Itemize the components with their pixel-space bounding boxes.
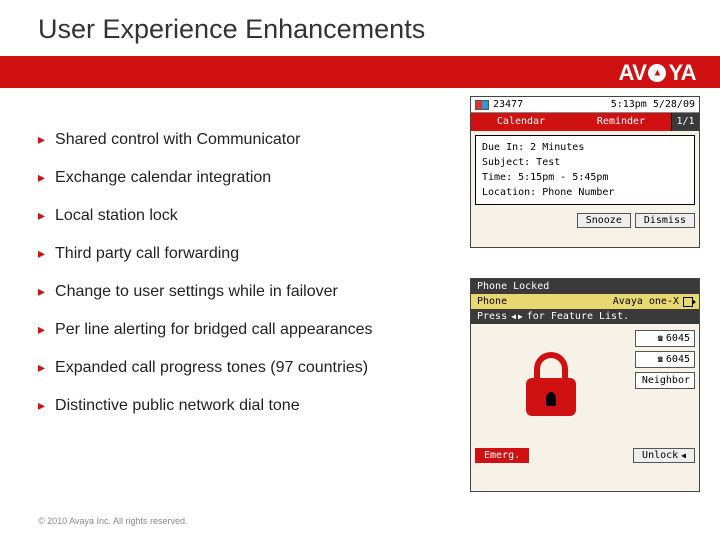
list-item: Distinctive public network dial tone: [38, 396, 438, 416]
hint-prefix: Press: [477, 311, 507, 322]
reminder-panel: Due In: 2 Minutes Subject: Test Time: 5:…: [475, 135, 695, 205]
tab-calendar[interactable]: Calendar: [471, 113, 571, 131]
phone-icon: [657, 333, 662, 344]
padlock-icon: [524, 352, 578, 416]
unlock-label: Unlock: [642, 450, 678, 461]
clock-text: 5:13pm 5/28/09: [611, 99, 695, 110]
copyright-footer: © 2010 Avaya Inc. All rights reserved.: [38, 516, 188, 526]
logo-red-triangle-icon: [648, 64, 666, 82]
extension-number: 23477: [493, 99, 523, 110]
list-item-text: Distinctive public network dial tone: [55, 396, 300, 416]
line-button[interactable]: 6045: [635, 351, 695, 368]
list-item-text: Third party call forwarding: [55, 244, 239, 264]
header-accent-bar: [0, 56, 720, 88]
list-item-text: Per line alerting for bridged call appea…: [55, 320, 373, 340]
list-item-text: Change to user settings while in failove…: [55, 282, 338, 302]
speaker-icon: [683, 297, 693, 307]
app-bar: Phone Avaya one-X: [471, 294, 699, 309]
line-label: 6045: [666, 354, 690, 365]
locked-title: Phone Locked: [471, 279, 699, 294]
appbar-left: Phone: [477, 296, 507, 307]
reminder-location: Location: Phone Number: [482, 185, 688, 200]
line-label: 6045: [666, 333, 690, 344]
list-item-text: Exchange calendar integration: [55, 168, 271, 188]
tab-row: Calendar Reminder 1/1: [471, 113, 699, 131]
line-label: Neighbor: [642, 375, 690, 386]
phone-icon: [657, 354, 662, 365]
left-right-arrow-icon: [511, 311, 523, 322]
list-item: Expanded call progress tones (97 countri…: [38, 358, 438, 378]
logo-text-right: YA: [668, 60, 696, 86]
lock-graphic-area: [471, 324, 631, 444]
lock-body: 6045 6045 Neighbor: [471, 324, 699, 444]
list-item: Exchange calendar integration: [38, 168, 438, 188]
softkey-row: Snooze Dismiss: [471, 209, 699, 232]
feature-hint: Press for Feature List.: [471, 309, 699, 324]
emergency-button[interactable]: Emerg.: [475, 448, 529, 463]
snooze-button[interactable]: Snooze: [577, 213, 631, 228]
reminder-time: Time: 5:15pm - 5:45pm: [482, 170, 688, 185]
list-item: Third party call forwarding: [38, 244, 438, 264]
list-item: Change to user settings while in failove…: [38, 282, 438, 302]
list-item-text: Shared control with Communicator: [55, 130, 300, 150]
chevron-left-icon: [678, 450, 686, 461]
reminder-due: Due In: 2 Minutes: [482, 140, 688, 155]
hint-suffix: for Feature List.: [527, 311, 629, 322]
line-button[interactable]: Neighbor: [635, 372, 695, 389]
list-item: Per line alerting for bridged call appea…: [38, 320, 438, 340]
tab-reminder[interactable]: Reminder: [571, 113, 671, 131]
list-item: Shared control with Communicator: [38, 130, 438, 150]
line-buttons: 6045 6045 Neighbor: [631, 324, 699, 444]
dismiss-button[interactable]: Dismiss: [635, 213, 695, 228]
slide: User Experience Enhancements AV YA Share…: [0, 0, 720, 540]
phone-locked-screenshot: Phone Locked Phone Avaya one-X Press for…: [470, 278, 700, 492]
logo-text-left: AV: [619, 60, 647, 86]
tab-count: 1/1: [671, 113, 699, 131]
appbar-right: Avaya one-X: [613, 296, 679, 307]
list-item-text: Expanded call progress tones (97 countri…: [55, 358, 368, 378]
page-title: User Experience Enhancements: [38, 14, 425, 45]
list-item: Local station lock: [38, 206, 438, 226]
line-button[interactable]: 6045: [635, 330, 695, 347]
header: User Experience Enhancements AV YA: [0, 0, 720, 88]
unlock-button[interactable]: Unlock: [633, 448, 695, 463]
list-item-text: Local station lock: [55, 206, 178, 226]
status-bar: 23477 5:13pm 5/28/09: [471, 97, 699, 113]
softkey-row: Emerg. Unlock: [471, 444, 699, 467]
avaya-logo: AV YA: [619, 60, 696, 86]
phone-calendar-screenshot: 23477 5:13pm 5/28/09 Calendar Reminder 1…: [470, 96, 700, 248]
network-icon: [475, 100, 489, 110]
bullet-list: Shared control with Communicator Exchang…: [38, 130, 438, 434]
reminder-subject: Subject: Test: [482, 155, 688, 170]
